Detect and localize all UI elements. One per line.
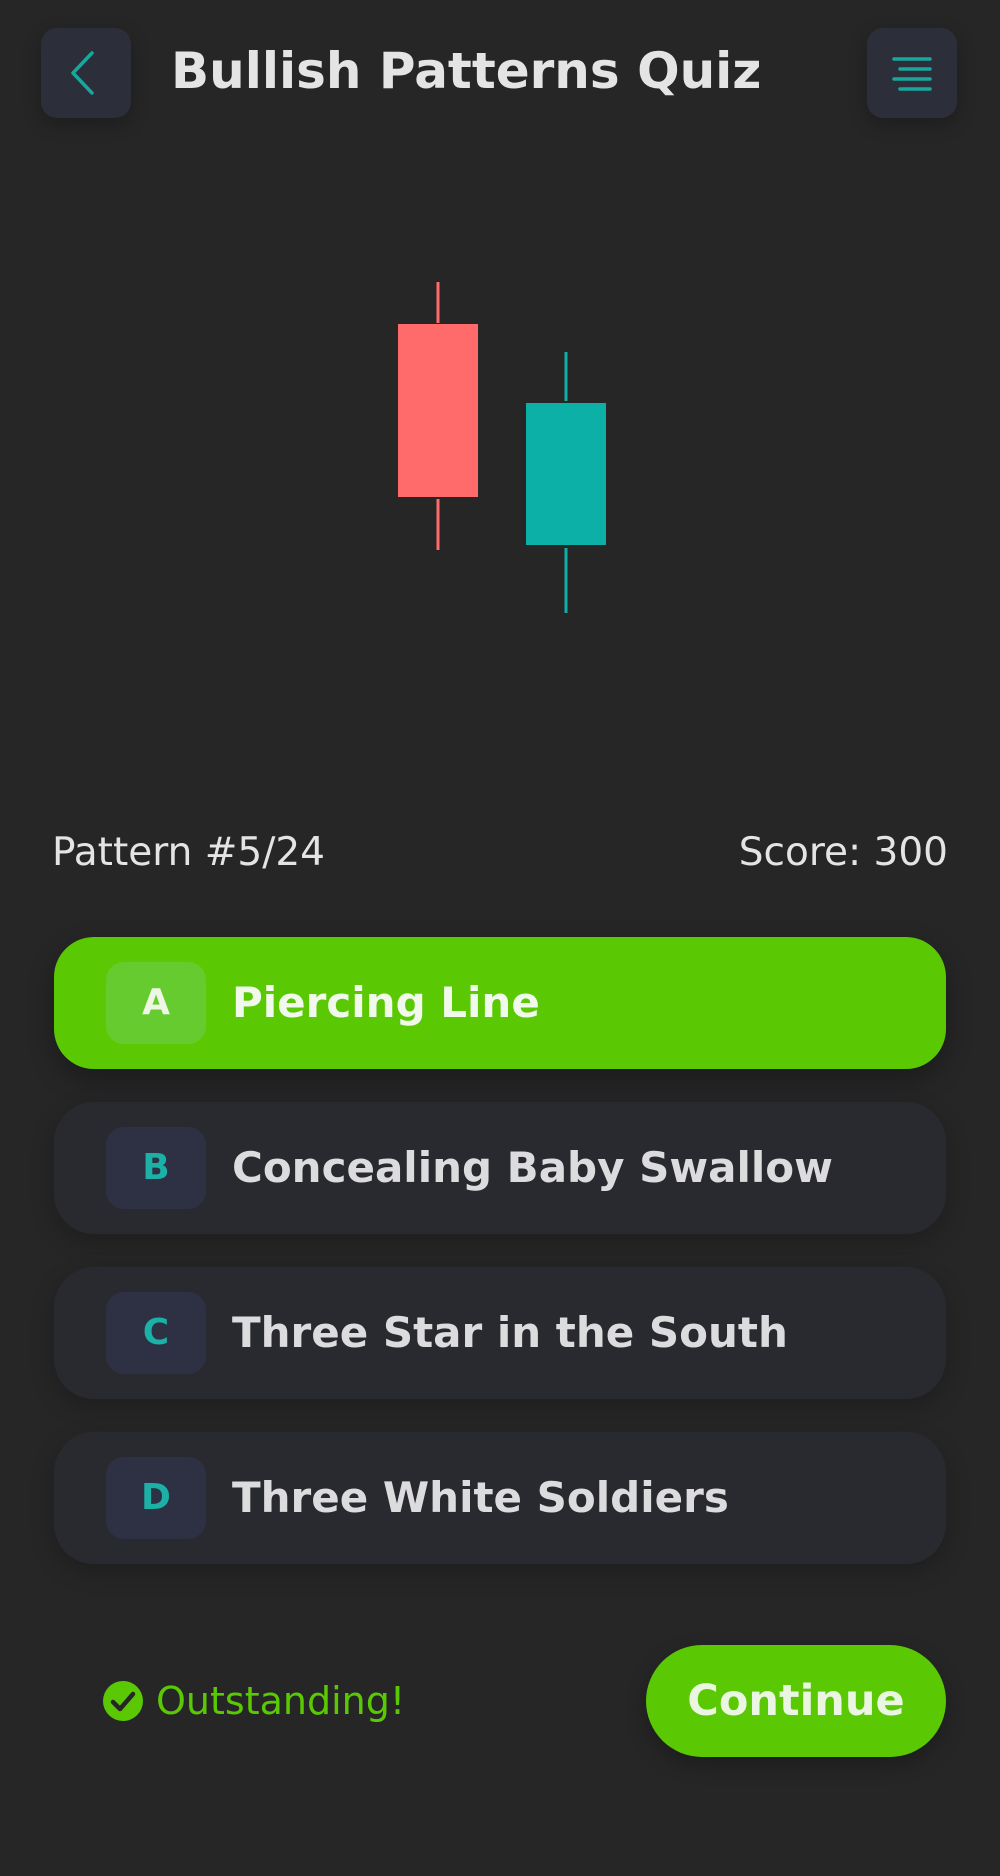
bullish-candle [526, 352, 606, 613]
check-circle-icon [103, 1681, 143, 1721]
option-letter: A [106, 962, 206, 1044]
option-letter: B [106, 1127, 206, 1209]
answer-option-d[interactable]: D Three White Soldiers [54, 1432, 946, 1564]
option-text: Three White Soldiers [232, 1473, 729, 1522]
option-text: Three Star in the South [232, 1308, 788, 1357]
bearish-candle [398, 282, 478, 550]
option-text: Piercing Line [232, 978, 540, 1027]
option-letter: D [106, 1457, 206, 1539]
answer-option-a[interactable]: A Piercing Line [54, 937, 946, 1069]
answer-option-c[interactable]: C Three Star in the South [54, 1267, 946, 1399]
candlestick-illustration [398, 282, 606, 613]
menu-icon [892, 57, 932, 91]
score-label: Score: 300 [738, 830, 948, 875]
answer-option-b[interactable]: B Concealing Baby Swallow [54, 1102, 946, 1234]
feedback-message: Outstanding! [102, 1678, 405, 1724]
continue-button[interactable]: Continue [646, 1645, 946, 1757]
page-title: Bullish Patterns Quiz [171, 42, 762, 100]
pattern-counter: Pattern #5/24 [52, 830, 325, 875]
feedback-text: Outstanding! [156, 1679, 406, 1723]
quiz-screen: Bullish Patterns Quiz Pattern #5/24 Scor… [0, 0, 1000, 1876]
back-button[interactable] [41, 28, 131, 118]
menu-button[interactable] [867, 28, 957, 118]
option-letter: C [106, 1292, 206, 1374]
option-text: Concealing Baby Swallow [232, 1143, 833, 1192]
chevron-left-icon [71, 51, 94, 95]
